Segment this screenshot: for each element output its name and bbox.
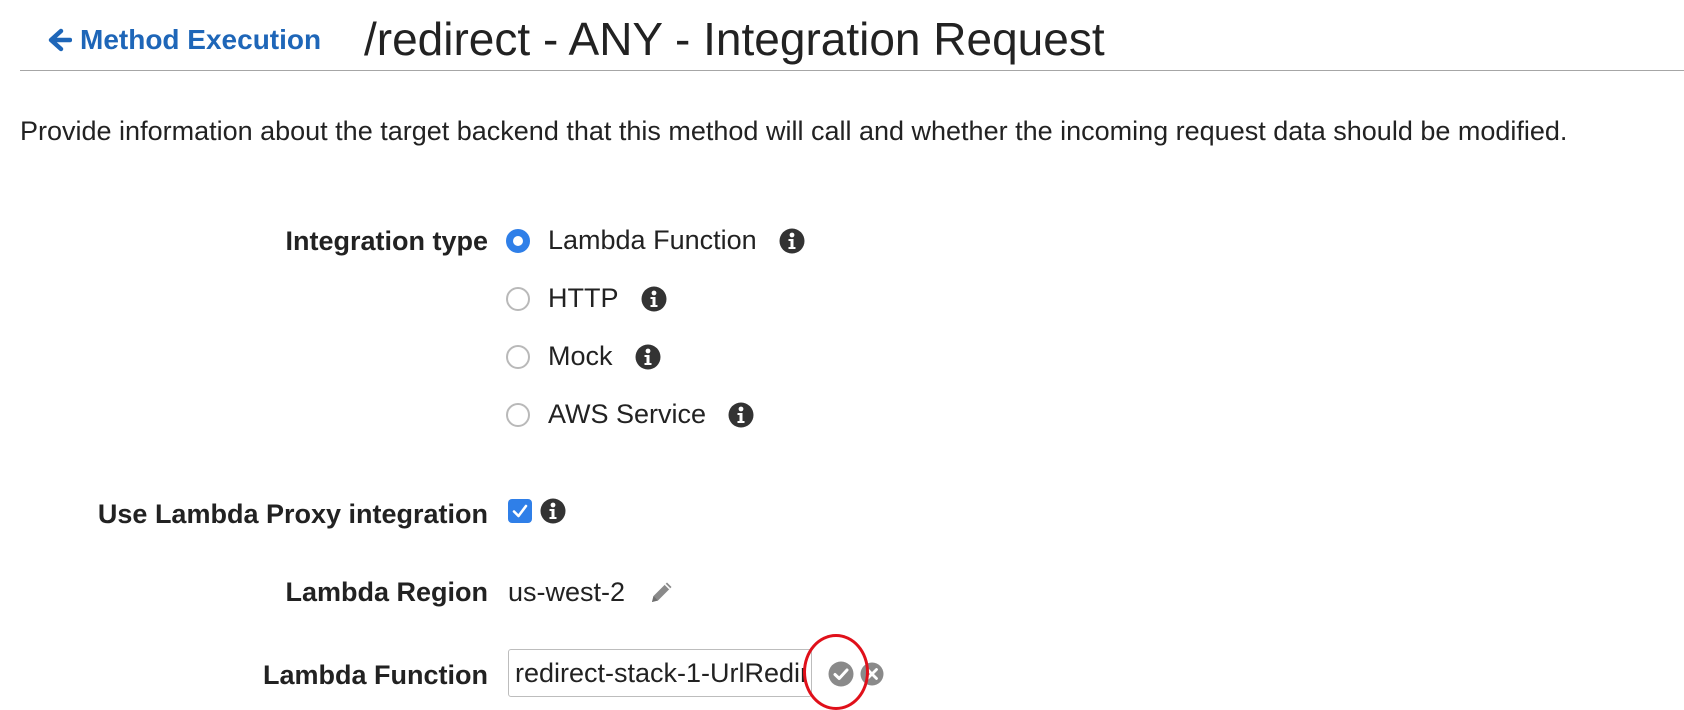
radio-row-mock[interactable]: Mock <box>506 341 661 372</box>
radio-row-http[interactable]: HTTP <box>506 283 667 314</box>
radio-http[interactable] <box>506 286 530 311</box>
info-icon[interactable] <box>641 286 667 312</box>
info-icon[interactable] <box>779 228 805 254</box>
back-link-method-execution[interactable]: Method Execution <box>48 24 321 56</box>
info-icon[interactable] <box>635 344 661 370</box>
radio-lambda-function[interactable] <box>506 228 530 253</box>
integration-type-label: Integration type <box>285 226 488 256</box>
radio-selected-dot <box>513 235 523 246</box>
check-circle-icon[interactable] <box>828 661 854 687</box>
radio-mock[interactable] <box>506 344 530 369</box>
arrow-left-icon <box>48 28 72 52</box>
radio-row-lambda-function[interactable]: Lambda Function <box>506 225 805 256</box>
radio-label-http[interactable]: HTTP <box>548 283 619 314</box>
info-icon[interactable] <box>728 402 754 428</box>
lambda-region-label: Lambda Region <box>285 577 488 607</box>
page-description: Provide information about the target bac… <box>20 116 1568 146</box>
lambda-proxy-label: Use Lambda Proxy integration <box>97 499 488 529</box>
radio-label-lambda-function[interactable]: Lambda Function <box>548 225 757 256</box>
radio-label-aws-service[interactable]: AWS Service <box>548 399 706 430</box>
checkmark-icon <box>512 504 528 518</box>
x-circle-icon[interactable] <box>860 662 884 686</box>
info-icon[interactable] <box>540 498 566 524</box>
radio-aws-service[interactable] <box>506 402 530 427</box>
page-title: /redirect - ANY - Integration Request <box>364 13 1105 65</box>
radio-row-aws-service[interactable]: AWS Service <box>506 399 754 430</box>
lambda-proxy-checkbox[interactable] <box>508 499 532 523</box>
lambda-function-label: Lambda Function <box>263 660 488 690</box>
radio-label-mock[interactable]: Mock <box>548 341 613 372</box>
header-divider <box>20 70 1684 71</box>
lambda-function-input[interactable] <box>508 649 812 697</box>
pencil-icon[interactable] <box>648 578 676 606</box>
lambda-region-value: us-west-2 <box>508 577 626 607</box>
back-link-label[interactable]: Method Execution <box>80 24 321 56</box>
